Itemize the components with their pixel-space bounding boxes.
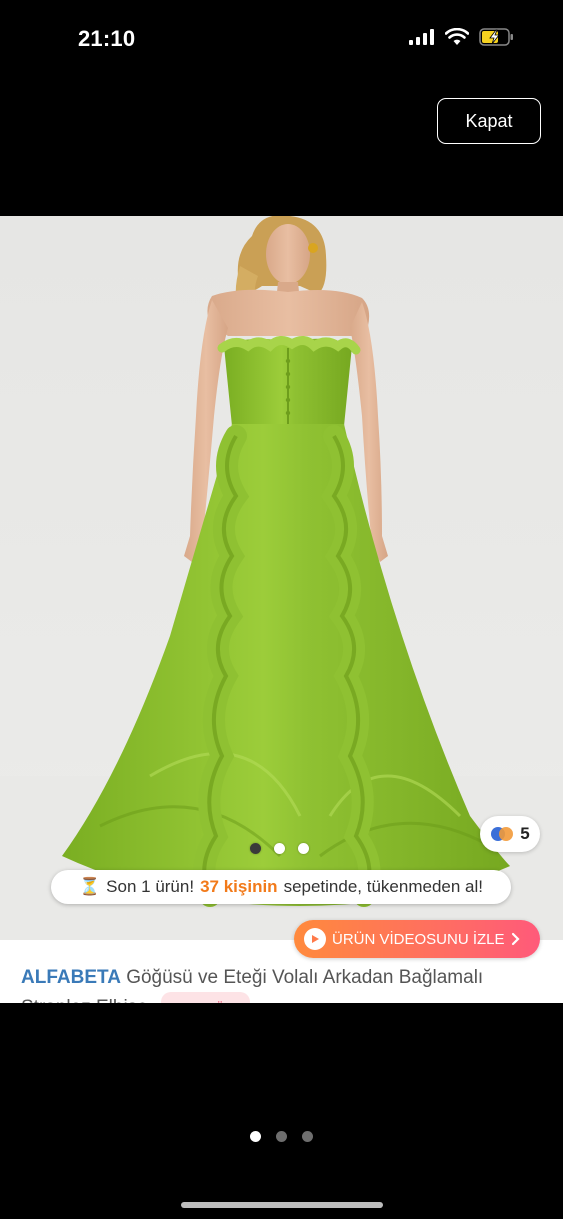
last-item-badge: Son 1 Ürün — [161, 992, 250, 1003]
carousel-dot[interactable] — [298, 843, 309, 854]
status-bar: 21:10 — [0, 0, 563, 80]
brand-name[interactable]: ALFABETA — [21, 967, 121, 988]
product-title[interactable]: ALFABETA Göğüsü ve Eteği Volalı Arkadan … — [21, 964, 551, 1003]
wifi-icon — [445, 28, 469, 45]
watch-video-button[interactable]: ÜRÜN VİDEOSUNU İZLE — [294, 920, 540, 958]
status-time: 21:10 — [78, 26, 136, 51]
signal-icon — [409, 29, 434, 45]
color-count: 5 — [520, 824, 530, 843]
close-button[interactable]: Kapat — [437, 98, 541, 144]
stock-prefix: Son 1 ürün! — [106, 877, 195, 896]
carousel-dot[interactable] — [274, 843, 285, 854]
stock-banner: ⏳ Son 1 ürün! 37 kişinin sepetinde, tüke… — [51, 870, 511, 904]
product-card: 5 ⏳ Son 1 ürün! 37 kişinin sepetinde, tü… — [0, 216, 563, 1003]
page-dot[interactable] — [250, 1131, 261, 1142]
battery-charging-icon — [479, 28, 513, 46]
page-dot[interactable] — [302, 1131, 313, 1142]
hourglass-icon: ⏳ — [79, 877, 101, 896]
color-options-badge[interactable]: 5 — [480, 816, 540, 852]
carousel-dot[interactable] — [250, 843, 261, 854]
stock-highlight: 37 kişinin — [200, 877, 278, 896]
status-icons — [409, 28, 515, 46]
home-indicator[interactable] — [181, 1202, 383, 1208]
stock-suffix: sepetinde, tükenmeden al! — [283, 877, 483, 896]
chevron-right-icon — [511, 932, 520, 946]
image-carousel-dots[interactable] — [250, 843, 309, 854]
story-page-dots[interactable] — [250, 1131, 313, 1142]
dress-photo-icon[interactable] — [0, 216, 563, 940]
color-swatch-icon — [491, 827, 514, 841]
play-icon — [304, 928, 326, 950]
watch-video-label: ÜRÜN VİDEOSUNU İZLE — [332, 930, 505, 948]
page-dot[interactable] — [276, 1131, 287, 1142]
last-item-label: Son 1 Ürün — [183, 994, 242, 1003]
